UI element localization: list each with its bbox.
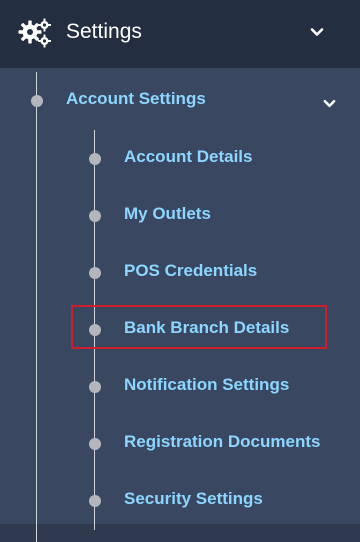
my-outlets-link[interactable]: My Outlets bbox=[124, 203, 211, 225]
security-settings-link[interactable]: Security Settings bbox=[124, 488, 263, 510]
tree-node-dot bbox=[31, 95, 43, 107]
pos-credentials-link[interactable]: POS Credentials bbox=[124, 260, 257, 282]
tree-node-dot bbox=[89, 153, 101, 165]
account-settings-link[interactable]: Account Settings bbox=[66, 88, 206, 110]
notification-settings-link[interactable]: Notification Settings bbox=[124, 374, 289, 396]
tree-node-dot bbox=[89, 381, 101, 393]
tree-node-dot bbox=[89, 267, 101, 279]
tree-node-dot bbox=[89, 438, 101, 450]
tree-node-dot bbox=[89, 495, 101, 507]
chevron-down-icon[interactable] bbox=[322, 96, 337, 111]
highlight-box bbox=[71, 305, 327, 349]
tree-line-outer bbox=[36, 72, 37, 542]
registration-documents-link[interactable]: Registration Documents bbox=[124, 431, 320, 453]
tree-node-dot bbox=[89, 210, 101, 222]
account-details-link[interactable]: Account Details bbox=[124, 146, 252, 168]
next-menu-strip bbox=[0, 524, 360, 542]
gears-icon bbox=[18, 18, 51, 48]
settings-title: Settings bbox=[66, 20, 142, 43]
chevron-down-icon[interactable] bbox=[309, 24, 325, 40]
settings-header[interactable]: Settings bbox=[0, 0, 360, 68]
